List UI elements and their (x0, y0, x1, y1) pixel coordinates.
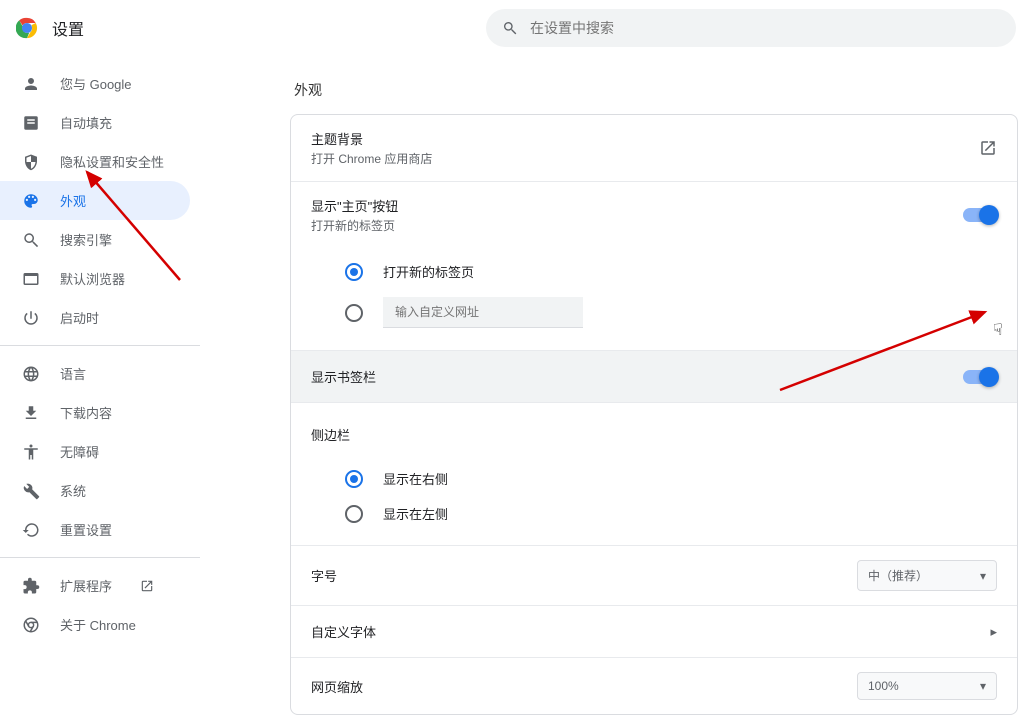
row-title: 主题背景 (311, 129, 432, 148)
chevron-down-icon: ▾ (980, 679, 986, 693)
radio-unselected-icon (345, 304, 363, 322)
search-box[interactable] (486, 9, 1016, 47)
main-content: 外观 主题背景 打开 Chrome 应用商店 显示"主页"按钮 打开新的标签页 (0, 56, 1032, 715)
bookmarks-bar-toggle[interactable] (963, 370, 997, 384)
section-title: 外观 (294, 80, 1018, 100)
row-title: 显示"主页"按钮 (311, 196, 398, 215)
radio-unselected-icon (345, 505, 363, 523)
chrome-logo-icon (16, 17, 38, 39)
home-options: 打开新的标签页 (291, 248, 1017, 351)
select-value: 中（推荐） (868, 567, 928, 584)
row-title: 网页缩放 (311, 677, 363, 696)
radio-label: 显示在左侧 (383, 504, 448, 523)
radio-label: 显示在右侧 (383, 469, 448, 488)
zoom-select[interactable]: 100% ▾ (857, 672, 997, 700)
appearance-card: 主题背景 打开 Chrome 应用商店 显示"主页"按钮 打开新的标签页 打开新… (290, 114, 1018, 715)
row-subtitle: 打开 Chrome 应用商店 (311, 150, 432, 167)
font-size-select[interactable]: 中（推荐） ▾ (857, 560, 997, 591)
radio-selected-icon (345, 263, 363, 281)
home-button-toggle[interactable] (963, 208, 997, 222)
row-title: 侧边栏 (311, 425, 350, 444)
row-title: 字号 (311, 566, 337, 585)
row-title: 自定义字体 (311, 622, 376, 641)
radio-side-right[interactable]: 显示在右侧 (345, 461, 997, 496)
external-link-icon (979, 139, 997, 157)
bookmarks-bar-row: 显示书签栏 (291, 351, 1017, 403)
custom-fonts-row[interactable]: 自定义字体 ▸ (291, 606, 1017, 658)
chevron-right-icon: ▸ (990, 624, 997, 640)
page-title: 设置 (52, 16, 84, 40)
radio-custom-url[interactable] (345, 289, 997, 336)
search-input[interactable] (530, 20, 1000, 36)
custom-url-input[interactable] (383, 297, 583, 328)
theme-row[interactable]: 主题背景 打开 Chrome 应用商店 (291, 115, 1017, 182)
row-title: 显示书签栏 (311, 367, 376, 386)
radio-selected-icon (345, 470, 363, 488)
home-button-row: 显示"主页"按钮 打开新的标签页 (291, 182, 1017, 248)
chevron-down-icon: ▾ (980, 569, 986, 583)
side-panel-options: 显示在右侧 显示在左侧 (291, 455, 1017, 546)
radio-side-left[interactable]: 显示在左侧 (345, 496, 997, 531)
font-size-row: 字号 中（推荐） ▾ (291, 546, 1017, 606)
side-panel-row: 侧边栏 (291, 403, 1017, 455)
search-icon (502, 20, 518, 36)
radio-new-tab[interactable]: 打开新的标签页 (345, 254, 997, 289)
row-subtitle: 打开新的标签页 (311, 217, 398, 234)
zoom-row: 网页缩放 100% ▾ (291, 658, 1017, 714)
radio-label: 打开新的标签页 (383, 262, 474, 281)
select-value: 100% (868, 679, 899, 693)
